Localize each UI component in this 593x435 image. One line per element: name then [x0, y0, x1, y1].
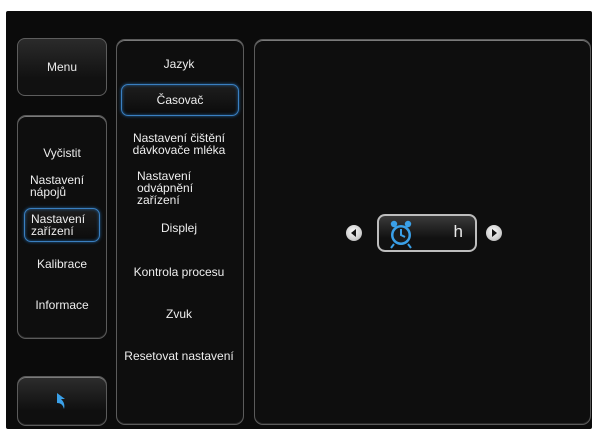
- submenu-milk-cleaning[interactable]: Nastavení čištění dávkovače mléka: [121, 128, 237, 160]
- menu-button[interactable]: Menu: [17, 38, 107, 96]
- submenu-panel: Jazyk Časovač Nastavení čištění dávkovač…: [116, 39, 244, 425]
- category-information[interactable]: Informace: [24, 288, 100, 322]
- chevron-right-icon: [492, 229, 497, 237]
- category-device-settings[interactable]: Nastavení zařízení: [24, 208, 100, 242]
- category-cleaning[interactable]: Vyčistit: [24, 136, 100, 170]
- category-calibration[interactable]: Kalibrace: [24, 247, 100, 281]
- chevron-left-icon: [351, 229, 356, 237]
- alarm-clock-icon: [390, 220, 412, 249]
- back-button[interactable]: [17, 376, 107, 426]
- submenu-timer[interactable]: Časovač: [121, 84, 239, 116]
- category-panel: Vyčistit Nastavení nápojů Nastavení zaří…: [17, 115, 107, 339]
- submenu-sound[interactable]: Zvuk: [121, 302, 237, 326]
- submenu-display[interactable]: Displej: [121, 216, 237, 240]
- content-panel: h: [254, 39, 591, 425]
- timer-unit: h: [453, 222, 463, 241]
- timer-value-display: h: [377, 214, 477, 252]
- submenu-language[interactable]: Jazyk: [121, 54, 237, 74]
- submenu-process-control[interactable]: Kontrola procesu: [121, 260, 237, 284]
- category-beverage-settings[interactable]: Nastavení nápojů: [24, 169, 100, 203]
- submenu-reset[interactable]: Resetovat nastavení: [121, 344, 237, 368]
- previous-value-button[interactable]: [346, 225, 362, 241]
- next-value-button[interactable]: [486, 225, 502, 241]
- back-arrow-icon: [57, 393, 65, 409]
- submenu-descaling[interactable]: Nastavení odvápnění zařízení: [121, 170, 237, 206]
- device-screen: Menu Vyčistit Nastavení nápojů Nastavení…: [6, 11, 592, 429]
